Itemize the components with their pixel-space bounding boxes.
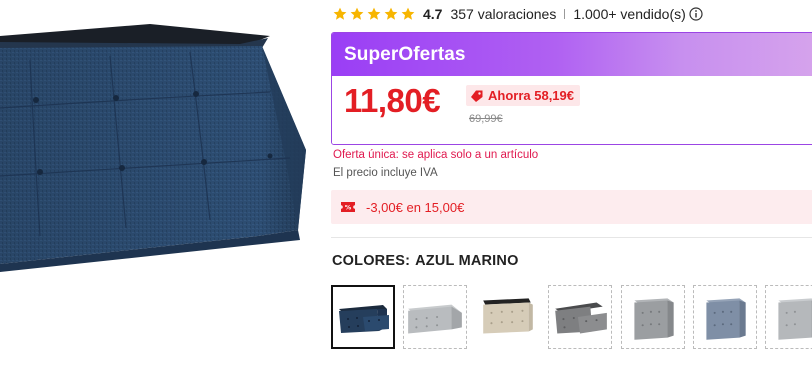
swatch-grey-cube[interactable] bbox=[621, 285, 685, 349]
swatch-light-grey-bench[interactable] bbox=[403, 285, 467, 349]
offer-body: 11,80€ Ahorra 58,19€ 69,99€ bbox=[332, 76, 812, 144]
offer-header: SuperOfertas bbox=[332, 33, 812, 76]
offer-limit-note: Oferta única: se aplica solo a un artícu… bbox=[333, 149, 539, 161]
coupon-icon: % bbox=[341, 202, 355, 212]
current-price: 11,80€ bbox=[344, 82, 441, 119]
sold-count: 1.000+ vendido(s) bbox=[573, 6, 686, 22]
light-grey-bench-thumbnail bbox=[404, 286, 466, 348]
swatch-light-grey-cube[interactable] bbox=[765, 285, 812, 349]
svg-text:%: % bbox=[345, 204, 352, 212]
original-price: 69,99€ bbox=[469, 113, 503, 125]
blue-grey-cube-thumbnail bbox=[694, 286, 756, 348]
coupon-text: -3,00€ en 15,00€ bbox=[366, 199, 465, 215]
coupon-bar[interactable]: % -3,00€ en 15,00€ bbox=[331, 190, 812, 224]
info-icon[interactable] bbox=[689, 7, 703, 21]
rating-value: 4.7 bbox=[423, 6, 443, 22]
star-icon bbox=[350, 7, 364, 20]
light-grey-cube-thumbnail bbox=[766, 286, 812, 348]
navy-bench-thumbnail bbox=[333, 287, 393, 347]
swatch-blue-grey-cube[interactable] bbox=[693, 285, 757, 349]
separator bbox=[564, 9, 566, 19]
star-icon bbox=[401, 7, 415, 20]
star-icon bbox=[333, 7, 347, 20]
selected-color-name: AZUL MARINO bbox=[415, 253, 519, 269]
navy-storage-ottoman-image bbox=[0, 24, 306, 272]
star-icon bbox=[367, 7, 381, 20]
colors-label: COLORES: bbox=[332, 253, 411, 269]
savings-text: Ahorra 58,19€ bbox=[488, 88, 574, 103]
star-icon bbox=[384, 7, 398, 20]
swatch-beige-bench[interactable] bbox=[476, 285, 540, 349]
beige-bench-thumbnail bbox=[477, 286, 539, 348]
grey-cube-thumbnail bbox=[622, 286, 684, 348]
rating-row: 4.7 357 valoraciones 1.000+ vendido(s) bbox=[333, 4, 703, 24]
divider bbox=[331, 237, 812, 238]
super-offer-box: SuperOfertas 11,80€ Ahorra 58,19€ 69,99€ bbox=[331, 32, 812, 145]
star-rating bbox=[333, 7, 415, 21]
swatch-navy-bench[interactable] bbox=[331, 285, 395, 349]
swatch-dark-grey-bench[interactable] bbox=[548, 285, 612, 349]
dark-grey-bench-thumbnail bbox=[549, 286, 611, 348]
reviews-link[interactable]: 357 valoraciones bbox=[450, 6, 556, 22]
product-image[interactable] bbox=[0, 0, 318, 370]
savings-badge: Ahorra 58,19€ bbox=[466, 85, 580, 106]
price-tag-icon bbox=[471, 90, 483, 102]
offer-title: SuperOfertas bbox=[344, 44, 466, 65]
colors-heading: COLORES: AZUL MARINO bbox=[332, 253, 519, 269]
vat-note: El precio incluye IVA bbox=[333, 167, 438, 179]
